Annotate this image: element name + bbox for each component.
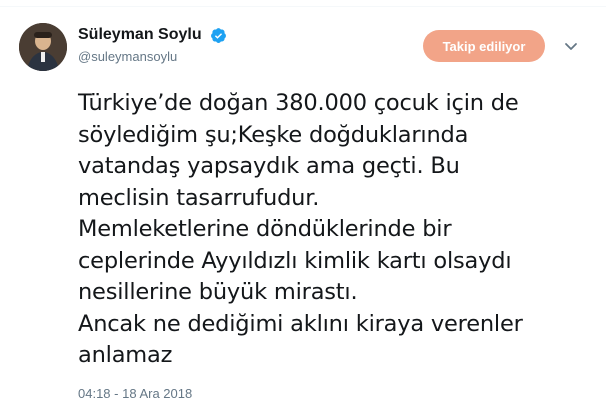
top-divider — [0, 0, 606, 7]
tweet-line: Memleketlerine döndüklerinde bir — [78, 216, 452, 242]
verified-badge-icon — [210, 27, 227, 44]
tweet-line: söylediğim şu;Keşke doğduklarında — [78, 121, 469, 148]
tweet-text: Türkiye’de doğan 380.000 çocuk için de s… — [78, 88, 588, 372]
tweet-line: vatandaş yapsaydık ama geçti. Bu — [78, 153, 460, 179]
tweet-line: Ancak ne dediğimi aklını kiraya verenler — [78, 310, 523, 337]
tweet-line: meclisin tasarrufudur. — [78, 184, 320, 211]
user-info: Süleyman Soylu @suleymansoylu — [78, 26, 227, 64]
tweet-line: anlamaz — [78, 342, 173, 368]
tweet-line: ceplerinde Ayyıldızlı kimlik kartı olsay… — [78, 247, 512, 274]
tweet-line: nesillerine büyük mirastı. — [78, 279, 358, 305]
following-button[interactable]: Takip ediliyor — [423, 30, 545, 62]
user-handle[interactable]: @suleymansoylu — [78, 49, 227, 64]
chevron-down-icon[interactable] — [563, 40, 579, 54]
avatar[interactable] — [19, 23, 67, 71]
tweet-timestamp[interactable]: 04:18 - 18 Ara 2018 — [78, 386, 192, 401]
tweet-line: Türkiye’de doğan 380.000 çocuk için de — [78, 90, 519, 116]
display-name[interactable]: Süleyman Soylu — [78, 26, 202, 44]
